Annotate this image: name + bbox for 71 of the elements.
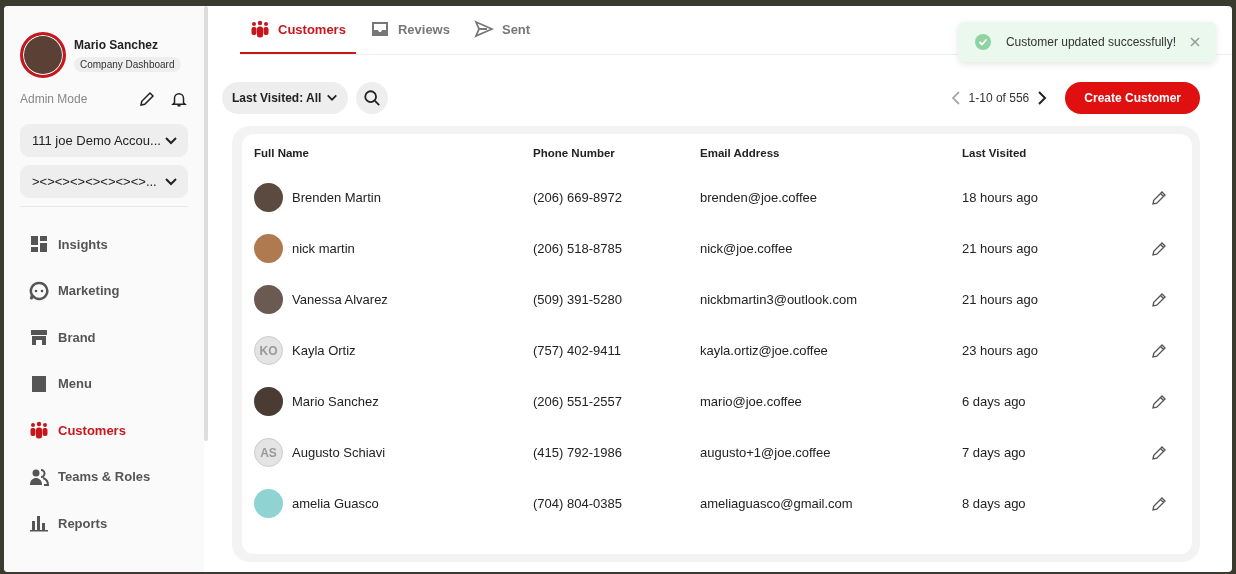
nav-item[interactable]: Marketing	[20, 267, 188, 314]
phone-number: (704) 804-0385	[533, 496, 623, 511]
send-icon	[473, 19, 494, 39]
phone-number: (509) 391-5280	[533, 292, 623, 307]
nav-item[interactable]: Reports	[20, 500, 188, 547]
email-address: brenden@joe.coffee	[700, 190, 819, 205]
close-icon[interactable]	[1190, 37, 1200, 47]
people-icon	[29, 466, 49, 487]
bar-chart-icon	[29, 513, 49, 534]
customer-name: amelia Guasco	[292, 496, 379, 511]
tab[interactable]: Sent	[463, 6, 541, 54]
last-visited: 21 hours ago	[962, 292, 1039, 307]
customer-name: Augusto Schiavi	[292, 445, 386, 460]
bell-icon[interactable]	[170, 90, 188, 108]
tab[interactable]: Reviews	[359, 6, 460, 54]
column-header: Phone Number	[533, 147, 616, 159]
last-visited: 23 hours ago	[962, 343, 1039, 358]
check-circle-icon	[973, 33, 992, 51]
storefront-icon	[29, 327, 49, 348]
last-visited: 6 days ago	[962, 394, 1027, 409]
create-customer-button[interactable]: Create Customer	[1065, 82, 1200, 114]
email-address: mario@joe.coffee	[700, 394, 803, 409]
phone-number: (415) 792-1986	[533, 445, 623, 460]
customer-name: Brenden Martin	[292, 190, 381, 205]
company-badge: Company Dashboard	[74, 57, 181, 72]
book-icon	[29, 373, 49, 394]
customer-name: Mario Sanchez	[292, 394, 379, 409]
search-icon	[363, 89, 382, 107]
people-icon	[250, 19, 270, 39]
avatar-photo-placeholder	[20, 32, 66, 78]
tab[interactable]: Customers	[240, 6, 356, 54]
initials-avatar: KO	[254, 336, 283, 365]
inbox-icon	[369, 19, 390, 39]
last-visited: 18 hours ago	[962, 190, 1039, 205]
search-button[interactable]	[356, 82, 389, 114]
customer-name: Vanessa Alvarez	[292, 292, 388, 307]
last-visited: 8 days ago	[962, 496, 1027, 511]
account-dropdown[interactable]: 111 joe Demo Accou...	[20, 124, 188, 157]
chevron-right-icon[interactable]	[1037, 91, 1048, 105]
last-visited: 7 days ago	[962, 445, 1027, 460]
nav-item[interactable]: Customers	[20, 407, 188, 454]
nav-item[interactable]: Menu	[20, 360, 188, 407]
account-dropdown[interactable]: ><><><><><><><>...	[20, 165, 188, 198]
chat-icon	[29, 280, 49, 301]
admin-mode-label: Admin Mode	[20, 92, 89, 106]
toast-message: Customer updated successfully!	[1005, 35, 1176, 49]
email-address: ameliaguasco@gmail.com	[700, 496, 854, 511]
last-visited: 21 hours ago	[962, 241, 1039, 256]
nav-item[interactable]: Insights	[20, 221, 188, 268]
column-header: Email Address	[700, 147, 781, 159]
phone-number: (757) 402-9411	[533, 343, 622, 358]
email-address: augusto+1@joe.coffee	[700, 445, 832, 460]
phone-number: (206) 551-2557	[533, 394, 623, 409]
user-name: Mario Sanchez	[74, 38, 160, 52]
grid-icon	[29, 234, 49, 255]
people-icon	[29, 420, 49, 441]
phone-number: (206) 669-8972	[533, 190, 623, 205]
column-header: Last Visited	[962, 147, 1028, 159]
nav-item[interactable]: Teams & Roles	[20, 453, 188, 500]
last-visited-filter[interactable]: Last Visited: All	[222, 82, 349, 114]
pencil-icon[interactable]	[138, 90, 156, 108]
customer-name: Kayla Ortiz	[292, 343, 356, 358]
customer-name: nick martin	[292, 241, 355, 256]
nav-item[interactable]: Brand	[20, 314, 188, 361]
pagination-range: 1-10 of 556	[968, 91, 1030, 105]
email-address: nickbmartin3@outlook.com	[700, 292, 858, 307]
column-header: Full Name	[254, 147, 310, 159]
phone-number: (206) 518-8785	[533, 241, 623, 256]
email-address: nick@joe.coffee	[700, 241, 794, 256]
initials-avatar: AS	[254, 438, 283, 467]
email-address: kayla.ortiz@joe.coffee	[700, 343, 829, 358]
